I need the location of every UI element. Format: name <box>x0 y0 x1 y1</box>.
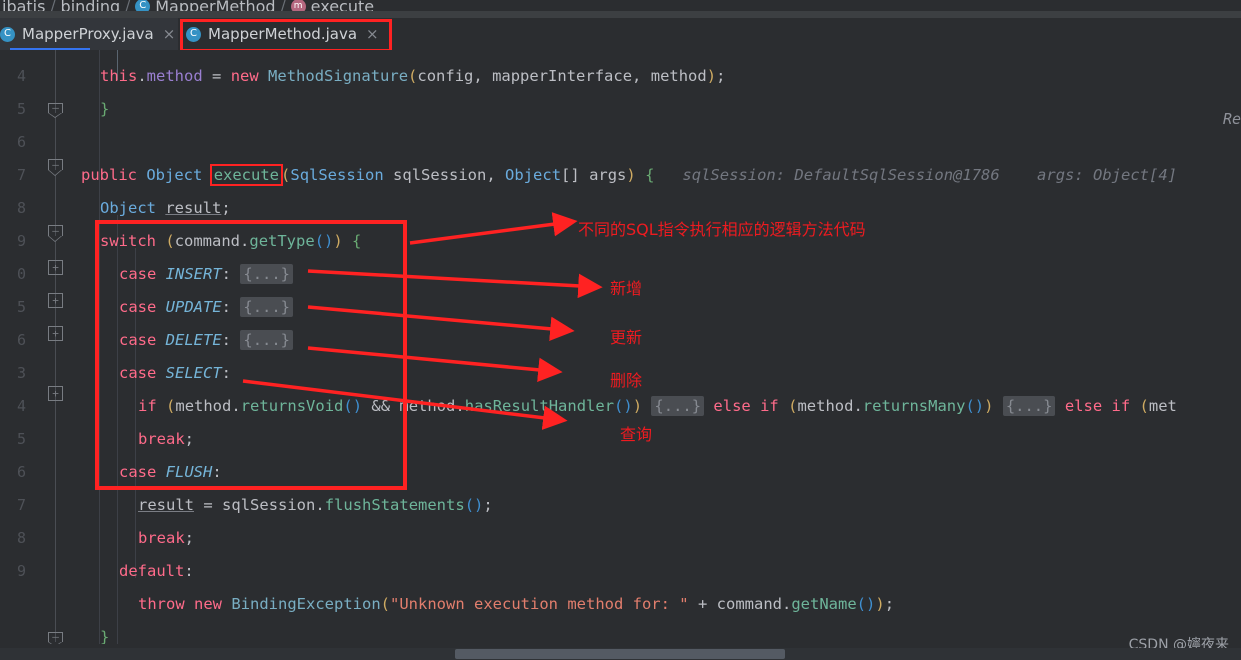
tab-label: MapperProxy.java <box>22 25 154 43</box>
inlay-hint-sqlsession: sqlSession: DefaultSqlSession@1786 <box>682 166 1000 184</box>
code-line-4: public Object execute (SqlSession sqlSess… <box>81 164 1178 186</box>
fold-toggle-icon[interactable]: – <box>48 225 63 242</box>
ide-window: ibatis / binding / C MapperMethod / m ex… <box>0 0 1241 660</box>
class-icon: C <box>186 26 201 42</box>
tab-mappermethod[interactable]: C MapperMethod.java × <box>178 18 389 50</box>
line-number: 9 <box>16 232 26 250</box>
line-number: 4 <box>16 67 26 85</box>
editor-tab-bar: C MapperProxy.java × C MapperMethod.java… <box>0 18 1241 50</box>
line-number-gutter: 4 5 6 7 8 9 0 5 6 3 4 5 6 7 8 9 – – – + … <box>0 50 68 644</box>
fold-guide-line <box>55 50 56 644</box>
right-inlay-hint: Re <box>1222 110 1241 128</box>
tab-mapperproxy[interactable]: C MapperProxy.java × <box>0 18 186 50</box>
line-number: 7 <box>16 166 26 184</box>
folded-block[interactable]: {...} <box>651 396 705 416</box>
fold-expand-icon[interactable]: + <box>48 326 63 341</box>
line-number: 5 <box>16 100 26 118</box>
switch-block-highlight <box>95 220 407 490</box>
fold-expand-icon[interactable]: + <box>48 386 63 401</box>
code-line-2: } <box>100 100 110 118</box>
code-line-18: } <box>100 628 110 644</box>
class-icon: C <box>0 26 15 42</box>
horizontal-scrollbar-thumb[interactable] <box>455 649 785 659</box>
line-number: 0 <box>16 265 26 283</box>
horizontal-scrollbar-track[interactable] <box>0 648 1241 660</box>
execute-method-name: execute <box>209 164 284 186</box>
annotation-insert-note: 新增 <box>610 279 643 298</box>
line-number: 6 <box>16 463 26 481</box>
line-number: 6 <box>16 331 26 349</box>
code-line-17: throw new BindingException("Unknown exec… <box>138 595 895 613</box>
fold-expand-icon[interactable]: + <box>48 260 63 275</box>
line-number: 5 <box>16 430 26 448</box>
annotation-select-note: 查询 <box>620 425 653 444</box>
annotation-switch-note: 不同的SQL指令执行相应的逻辑方法代码 <box>578 220 866 239</box>
annotation-delete-note: 删除 <box>610 371 643 390</box>
code-line-15: break; <box>138 529 195 547</box>
fold-expand-icon[interactable]: + <box>48 293 63 308</box>
line-number: 9 <box>16 562 26 580</box>
fold-toggle-icon[interactable]: – <box>48 631 63 644</box>
line-number: 8 <box>16 199 26 217</box>
toolbar-strip <box>0 11 1241 18</box>
annotation-update-note: 更新 <box>610 328 643 347</box>
line-number: 7 <box>16 496 26 514</box>
code-line-1: this.method = new MethodSignature(config… <box>100 67 726 85</box>
close-icon[interactable]: × <box>163 25 176 43</box>
line-number: 5 <box>16 298 26 316</box>
tab-label: MapperMethod.java <box>208 25 358 43</box>
close-icon[interactable]: × <box>366 25 379 43</box>
fold-toggle-icon[interactable]: – <box>48 102 63 118</box>
folded-block[interactable]: {...} <box>1002 396 1056 416</box>
line-number: 3 <box>16 364 26 382</box>
line-number: 6 <box>16 133 26 151</box>
code-line-14: result = sqlSession.flushStatements(); <box>138 496 493 514</box>
line-number: 4 <box>16 397 26 415</box>
fold-toggle-icon[interactable]: – <box>48 159 63 176</box>
line-number: 8 <box>16 529 26 547</box>
inlay-hint-args: args: Object[4] <box>1037 166 1178 184</box>
code-line-16: default: <box>119 562 194 580</box>
